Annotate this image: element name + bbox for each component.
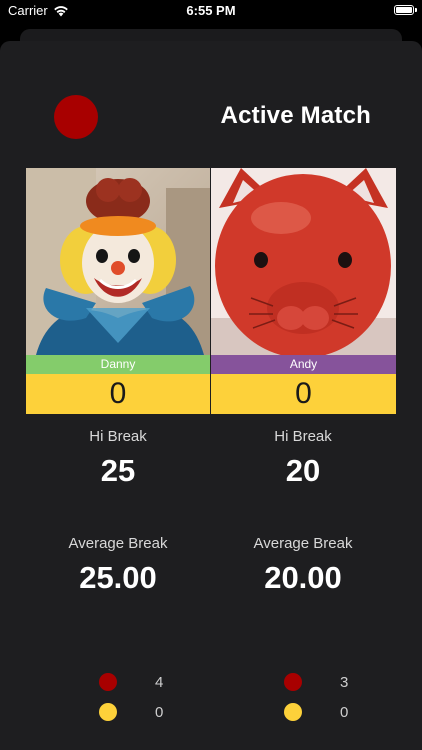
yellow-ball-icon [99,703,117,721]
hi-break-value: 20 [285,453,321,488]
yellow-ball-icon [284,703,302,721]
match-sheet: Active Match Danny 0 Andy 0 [0,41,422,750]
average-break-label: Average Break [68,535,168,552]
yellow-ball-count: 0 [340,703,349,721]
red-ball-button[interactable] [54,95,98,139]
average-break-value: 20.00 [264,560,342,595]
battery-icon [394,5,417,15]
red-ball-icon [99,673,117,691]
average-break-value: 25.00 [79,560,157,595]
average-break-label: Average Break [253,535,353,552]
red-ball-count: 4 [155,673,164,691]
red-ball-counter: 4 [99,673,163,691]
hi-break-value: 25 [100,453,136,488]
player-score: 0 [211,374,396,414]
hi-break-label: Hi Break [274,428,332,445]
yellow-ball-counter: 0 [99,703,163,721]
red-ball-counter: 3 [284,673,348,691]
hi-break-label: Hi Break [89,428,147,445]
clown-figurine-image [26,168,210,355]
page-title: Active Match [220,102,371,129]
red-cat-figurine-image [211,168,396,355]
status-time: 6:55 PM [186,3,236,18]
player-score: 0 [26,374,210,414]
player-photo [26,168,210,355]
player-card-andy[interactable]: Andy 0 [211,168,396,414]
player-card-danny[interactable]: Danny 0 [26,168,210,414]
status-bar: Carrier 6:55 PM [0,0,422,22]
red-ball-icon [284,673,302,691]
player-name: Andy [211,355,396,374]
yellow-ball-count: 0 [155,703,164,721]
player-photo [211,168,396,355]
yellow-ball-counter: 0 [284,703,348,721]
red-ball-count: 3 [340,673,349,691]
player-name: Danny [26,355,210,374]
